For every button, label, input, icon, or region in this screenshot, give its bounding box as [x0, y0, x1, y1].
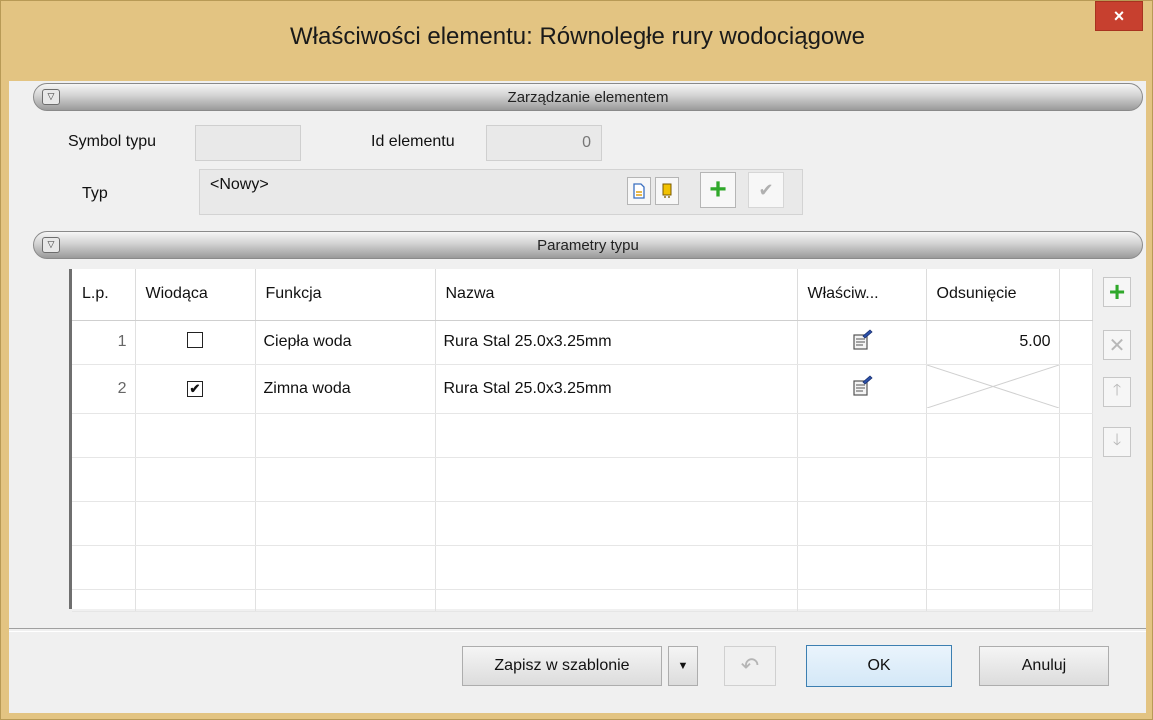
filler-cell — [1059, 320, 1093, 365]
move-up-button[interactable]: 🡑 — [1103, 377, 1131, 407]
column-header-funkcja[interactable]: Funkcja — [255, 269, 436, 321]
odsuniecie-cell[interactable]: 5.00 — [926, 320, 1060, 365]
table-row-empty — [72, 589, 1093, 612]
save-template-button[interactable]: Zapisz w szablonie — [462, 646, 662, 686]
undo-icon: ↶ — [740, 653, 760, 678]
add-row-button[interactable]: + — [1103, 277, 1131, 307]
arrow-down-icon: 🡓 — [1112, 431, 1122, 449]
column-header-filler — [1059, 269, 1093, 321]
confirm-type-button[interactable]: ✔ — [748, 172, 784, 208]
section-title: Parametry typu — [537, 237, 639, 254]
lp-cell: 1 — [72, 320, 136, 365]
parameters-table[interactable]: L.p. Wiodąca Funkcja Nazwa Właściw... Od… — [69, 269, 1093, 612]
delete-row-button[interactable]: ✕ — [1103, 330, 1131, 360]
type-value: <Nowy> — [210, 176, 269, 193]
odsuniecie-cell-disabled — [926, 364, 1060, 414]
new-document-icon — [633, 183, 645, 199]
undo-button[interactable]: ↶ — [724, 646, 776, 686]
footer-separator — [9, 628, 1146, 632]
wiodaca-cell — [135, 320, 256, 365]
window-title: Właściwości elementu: Równoległe rury wo… — [290, 23, 865, 50]
table-row-empty — [72, 457, 1093, 502]
element-id-label: Id elementu — [371, 133, 455, 150]
symbol-type-label: Symbol typu — [68, 133, 157, 150]
section-header-type-parameters[interactable]: ▽ Parametry typu — [33, 231, 1143, 259]
table-header-row: L.p. Wiodąca Funkcja Nazwa Właściw... Od… — [72, 269, 1093, 321]
properties-cell — [797, 320, 927, 365]
funkcja-cell: Ciepła woda — [255, 320, 436, 365]
plus-icon: + — [1108, 276, 1126, 307]
section-header-element-management[interactable]: ▽ Zarządzanie elementem — [33, 83, 1143, 111]
dialog-content: ▽ Zarządzanie elementem Symbol typu Id e… — [9, 81, 1146, 713]
column-header-lp[interactable]: L.p. — [72, 269, 136, 321]
new-type-button[interactable] — [627, 177, 651, 205]
column-header-nazwa[interactable]: Nazwa — [435, 269, 798, 321]
element-id-field: 0 — [486, 125, 602, 161]
filler-cell — [1059, 364, 1093, 414]
wiodaca-checkbox[interactable]: ✔ — [187, 380, 203, 397]
column-header-wiodaca[interactable]: Wiodąca — [135, 269, 256, 321]
database-button[interactable] — [655, 177, 679, 205]
plus-icon: + — [709, 173, 727, 206]
table-row-empty — [72, 413, 1093, 458]
close-icon: × — [1113, 5, 1125, 26]
table-row-empty — [72, 545, 1093, 590]
type-label: Typ — [82, 185, 108, 202]
properties-icon[interactable] — [851, 328, 873, 351]
add-type-button[interactable]: + — [700, 172, 736, 208]
nazwa-cell[interactable]: Rura Stal 25.0x3.25mm — [435, 364, 798, 414]
funkcja-cell: Zimna woda — [255, 364, 436, 414]
dialog-window: Właściwości elementu: Równoległe rury wo… — [0, 0, 1153, 720]
element-id-value: 0 — [582, 134, 591, 151]
wiodaca-checkbox[interactable] — [187, 331, 203, 348]
disabled-cell-cross — [926, 364, 1059, 408]
nazwa-cell[interactable]: Rura Stal 25.0x3.25mm — [435, 320, 798, 365]
properties-cell — [797, 364, 927, 414]
properties-icon[interactable] — [851, 375, 873, 397]
column-header-odsuniecie[interactable]: Odsunięcie — [926, 269, 1060, 321]
ok-button[interactable]: OK — [806, 645, 952, 687]
column-header-wlasciwosci[interactable]: Właściw... — [797, 269, 927, 321]
table-row[interactable]: 2 ✔ Zimna woda Rura Stal 25.0x3.25mm — [72, 364, 1093, 414]
move-down-button[interactable]: 🡓 — [1103, 427, 1131, 457]
table-row-empty — [72, 501, 1093, 546]
delete-icon: ✕ — [1108, 334, 1126, 357]
section-title: Zarządzanie elementem — [507, 89, 669, 106]
lp-cell: 2 — [72, 364, 136, 414]
close-button[interactable]: × — [1095, 1, 1143, 31]
save-template-dropdown[interactable]: ▼ — [668, 646, 698, 686]
table-row[interactable]: 1 Ciepła woda Rura Stal 25.0x3.25mm 5.00 — [72, 320, 1093, 365]
symbol-type-field[interactable] — [195, 125, 301, 161]
cancel-button[interactable]: Anuluj — [979, 646, 1109, 686]
dropdown-arrow-icon: ▼ — [677, 660, 689, 672]
arrow-up-icon: 🡑 — [1112, 381, 1122, 399]
wiodaca-cell: ✔ — [135, 364, 256, 414]
checkmark-icon: ✔ — [758, 179, 774, 200]
database-icon — [662, 183, 672, 198]
title-bar[interactable]: Właściwości elementu: Równoległe rury wo… — [1, 1, 1153, 81]
